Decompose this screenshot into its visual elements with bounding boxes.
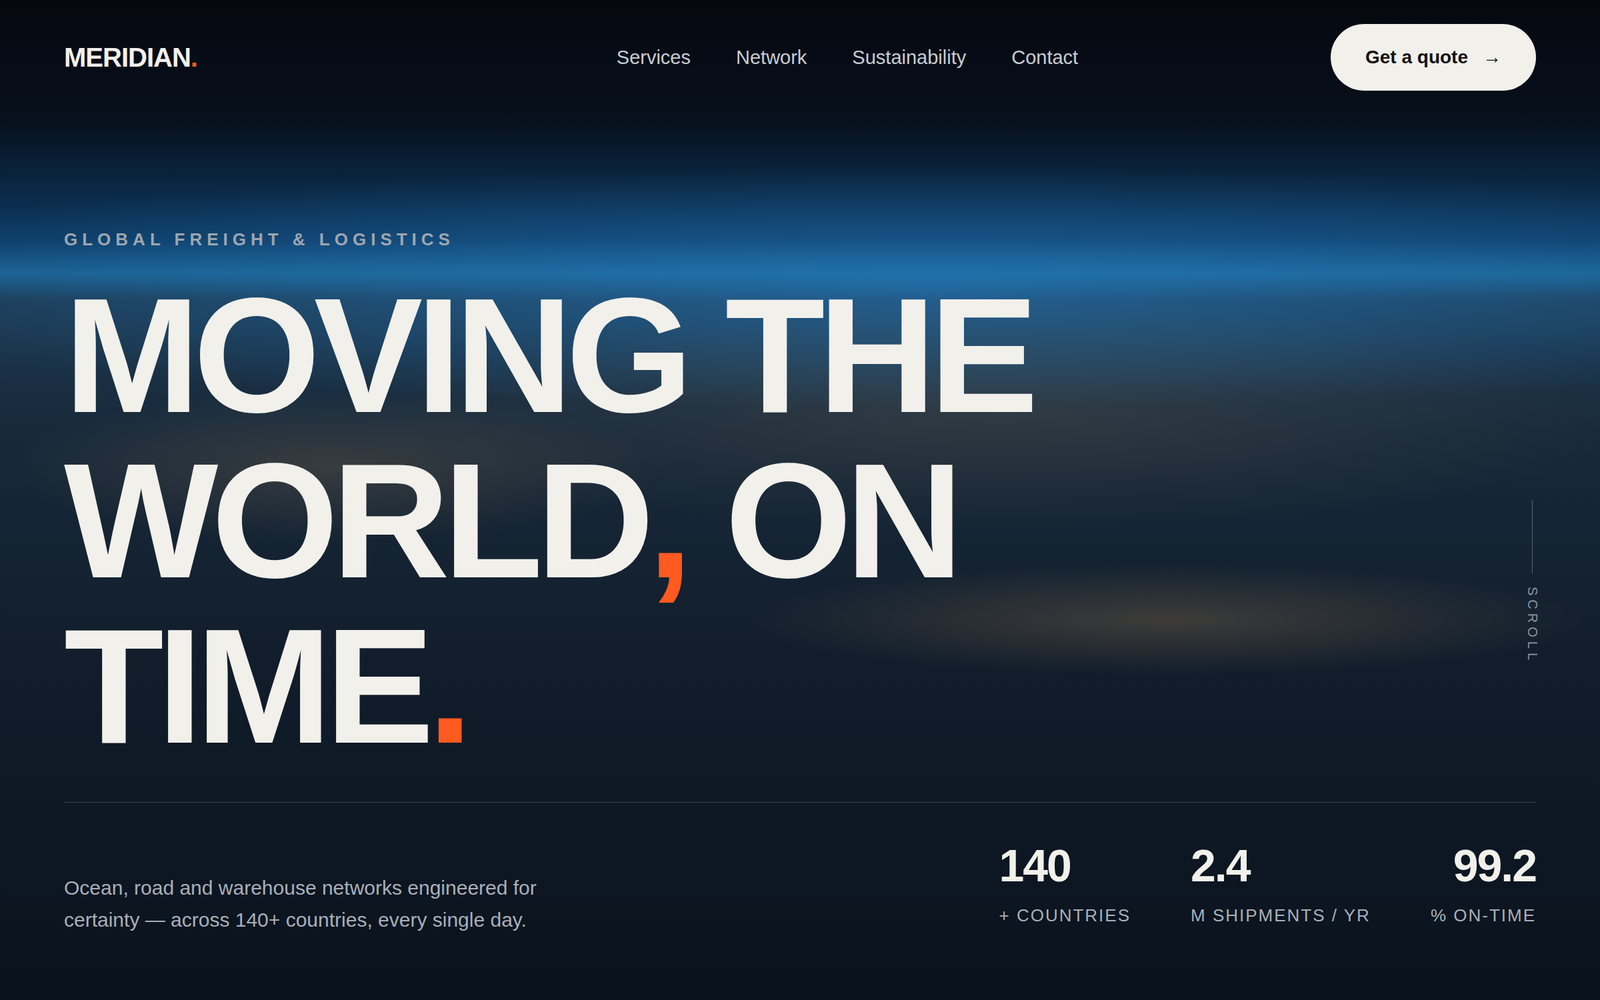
- headline: MOVING THEWORLD, ONTIME.: [64, 272, 1536, 769]
- stats: 140 + COUNTRIES 2.4 M SHIPMENTS / YR 99.2 % O…: [998, 842, 1536, 926]
- divider: [64, 802, 1536, 803]
- stat: 2.4 M SHIPMENTS / YR: [1190, 842, 1371, 926]
- nav-link[interactable]: Sustainability: [852, 46, 966, 69]
- stat-label: M SHIPMENTS / YR: [1190, 905, 1371, 926]
- headline-part: TIME: [64, 594, 428, 778]
- hero: GLOBAL FREIGHT & LOGISTICS MOVING THEWORL…: [0, 90, 1600, 936]
- arrow-right-icon: →: [1482, 46, 1502, 68]
- hero-page: MERIDIAN. Services Network Sustainability Co…: [0, 0, 1600, 1000]
- headline-part: MOVING THE: [64, 264, 1032, 447]
- nav-link[interactable]: Network: [736, 46, 807, 69]
- headline-part: .: [427, 594, 466, 778]
- nav-link[interactable]: Contact: [1011, 46, 1078, 69]
- headline-line: TIME.: [64, 603, 1536, 769]
- scroll-label: SCROLL: [1524, 586, 1540, 664]
- stat-label: % ON-TIME: [1430, 905, 1536, 926]
- scroll-line: [1532, 500, 1533, 574]
- logo-mark: .: [190, 42, 198, 72]
- stat: 99.2 % ON-TIME: [1430, 842, 1536, 926]
- stat: 140 + COUNTRIES: [998, 842, 1131, 926]
- stat-value: 140: [998, 842, 1131, 888]
- main-nav: Services Network Sustainability Contact: [616, 46, 1078, 69]
- headline-line: WORLD, ON: [64, 438, 1536, 604]
- stat-label: + COUNTRIES: [998, 905, 1131, 926]
- site-header: MERIDIAN. Services Network Sustainability Co…: [0, 0, 1600, 91]
- get-quote-button[interactable]: Get a quote →: [1330, 24, 1536, 91]
- logo-name: MERIDIAN: [64, 42, 191, 72]
- hero-footer: Ocean, road and warehouse networks engin…: [64, 802, 1536, 936]
- headline-part: ON: [686, 429, 957, 612]
- headline-line: MOVING THE: [64, 272, 1536, 438]
- stat-value: 2.4: [1190, 842, 1371, 888]
- cta-label: Get a quote: [1365, 46, 1468, 68]
- description: Ocean, road and warehouse networks engin…: [64, 872, 598, 936]
- eyebrow: GLOBAL FREIGHT & LOGISTICS: [64, 229, 1536, 250]
- nav-link[interactable]: Services: [616, 46, 691, 69]
- headline-part: ,: [647, 429, 686, 612]
- logo[interactable]: MERIDIAN.: [64, 42, 284, 73]
- stat-value: 99.2: [1453, 842, 1536, 888]
- headline-part: WORLD: [64, 429, 648, 612]
- scroll-indicator[interactable]: SCROLL: [1524, 500, 1540, 664]
